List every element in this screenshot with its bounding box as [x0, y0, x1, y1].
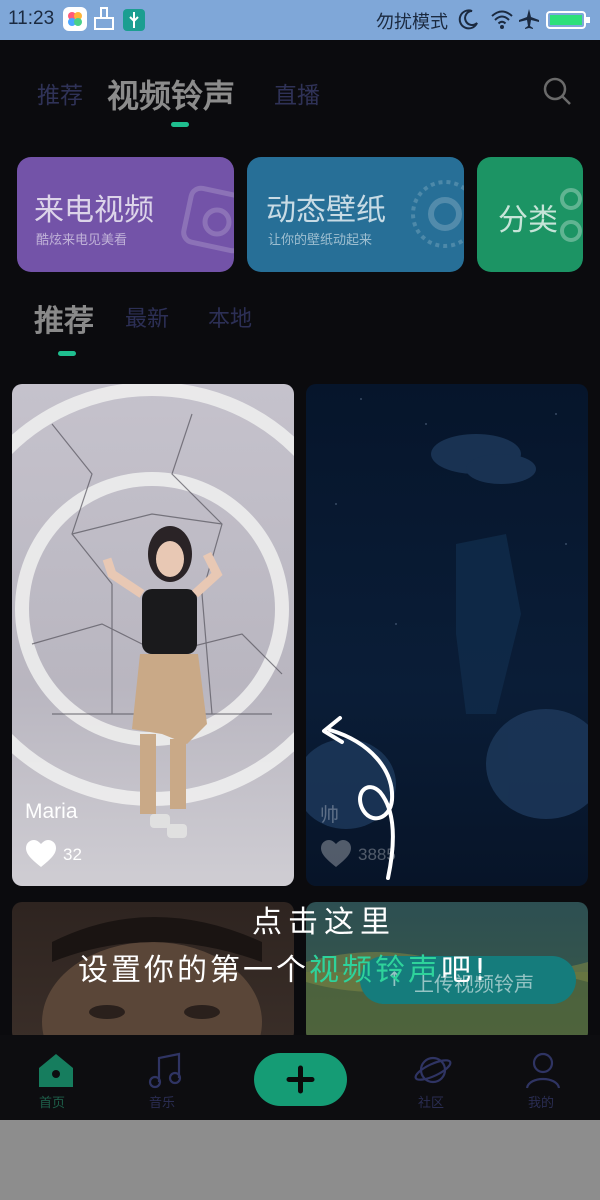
nav-profile[interactable]: 我的: [514, 1050, 574, 1115]
app-flower-icon: [63, 7, 87, 31]
category-card[interactable]: 分类: [477, 157, 583, 272]
home-icon: [39, 1054, 73, 1087]
like-count: 32: [63, 845, 82, 864]
subtab-recommend[interactable]: 推荐: [34, 296, 94, 340]
guide-text-line1: 点击这里: [252, 905, 396, 940]
heart-icon[interactable]: [25, 840, 57, 868]
nav-label: 我的: [528, 1096, 555, 1111]
tab-live[interactable]: 直播: [274, 76, 320, 110]
live-wallpaper-card[interactable]: 动态壁纸 让你的壁纸动起来: [247, 157, 464, 272]
camera-deco-icon: [181, 185, 234, 254]
guide-text-line2: 设置你的第一个视频铃声吧!: [78, 945, 489, 989]
tab-video-ringtone[interactable]: 视频铃声: [107, 71, 235, 117]
subtab-local[interactable]: 本地: [208, 301, 252, 333]
bottom-nav: 首页 音乐 社区 我的: [0, 1035, 600, 1120]
active-tab-indicator: [171, 122, 189, 127]
system-navigation-bar: [0, 1120, 600, 1200]
nav-label: 社区: [418, 1096, 445, 1111]
nav-community[interactable]: 社区: [404, 1050, 464, 1115]
video-card[interactable]: Maria 32: [12, 384, 294, 886]
incoming-call-video-card[interactable]: 来电视频 酷炫来电见美看: [17, 157, 234, 272]
search-icon[interactable]: [541, 75, 573, 107]
dial-deco-icon: [411, 180, 464, 248]
dnd-mode-text: 勿扰模式: [376, 12, 448, 32]
usb-icon: [123, 9, 145, 31]
guide-text-highlight: 视频铃声: [309, 953, 441, 988]
music-note-icon: [148, 1052, 182, 1089]
subtab-active-indicator: [58, 351, 76, 356]
planet-icon: [414, 1056, 452, 1084]
status-time: 11:23: [8, 8, 55, 29]
moon-icon: [458, 8, 480, 30]
video-title: Maria: [25, 800, 78, 823]
person-icon: [525, 1052, 561, 1089]
feature-card-title: 来电视频: [34, 193, 154, 228]
guide-arrow-icon: [322, 716, 395, 880]
guide-text-prefix: 设置你的第一个: [78, 953, 309, 988]
plus-icon: [286, 1065, 315, 1094]
battery-icon: [546, 11, 592, 29]
nav-label: 首页: [39, 1096, 66, 1111]
nav-label: 音乐: [149, 1096, 176, 1111]
nav-home[interactable]: 首页: [27, 1050, 87, 1115]
subtab-latest[interactable]: 最新: [125, 301, 169, 333]
wifi-icon: [490, 8, 514, 30]
feature-card-title: 分类: [498, 203, 558, 238]
guide-text-suffix: 吧!: [441, 953, 490, 988]
feature-card-subtitle: 让你的壁纸动起来: [268, 233, 373, 248]
nav-music[interactable]: 音乐: [137, 1050, 197, 1115]
status-bar: 11:23 勿扰模式: [0, 0, 600, 40]
header: 推荐 视频铃声 直播: [0, 40, 600, 140]
airplane-icon: [518, 8, 540, 30]
tab-recommend[interactable]: 推荐: [37, 76, 83, 110]
feature-card-title: 动态壁纸: [266, 193, 386, 228]
create-plus-button[interactable]: [254, 1053, 347, 1106]
broom-icon: [92, 6, 116, 32]
category-deco-icon: [560, 188, 582, 242]
feature-card-subtitle: 酷炫来电见美看: [36, 233, 128, 248]
